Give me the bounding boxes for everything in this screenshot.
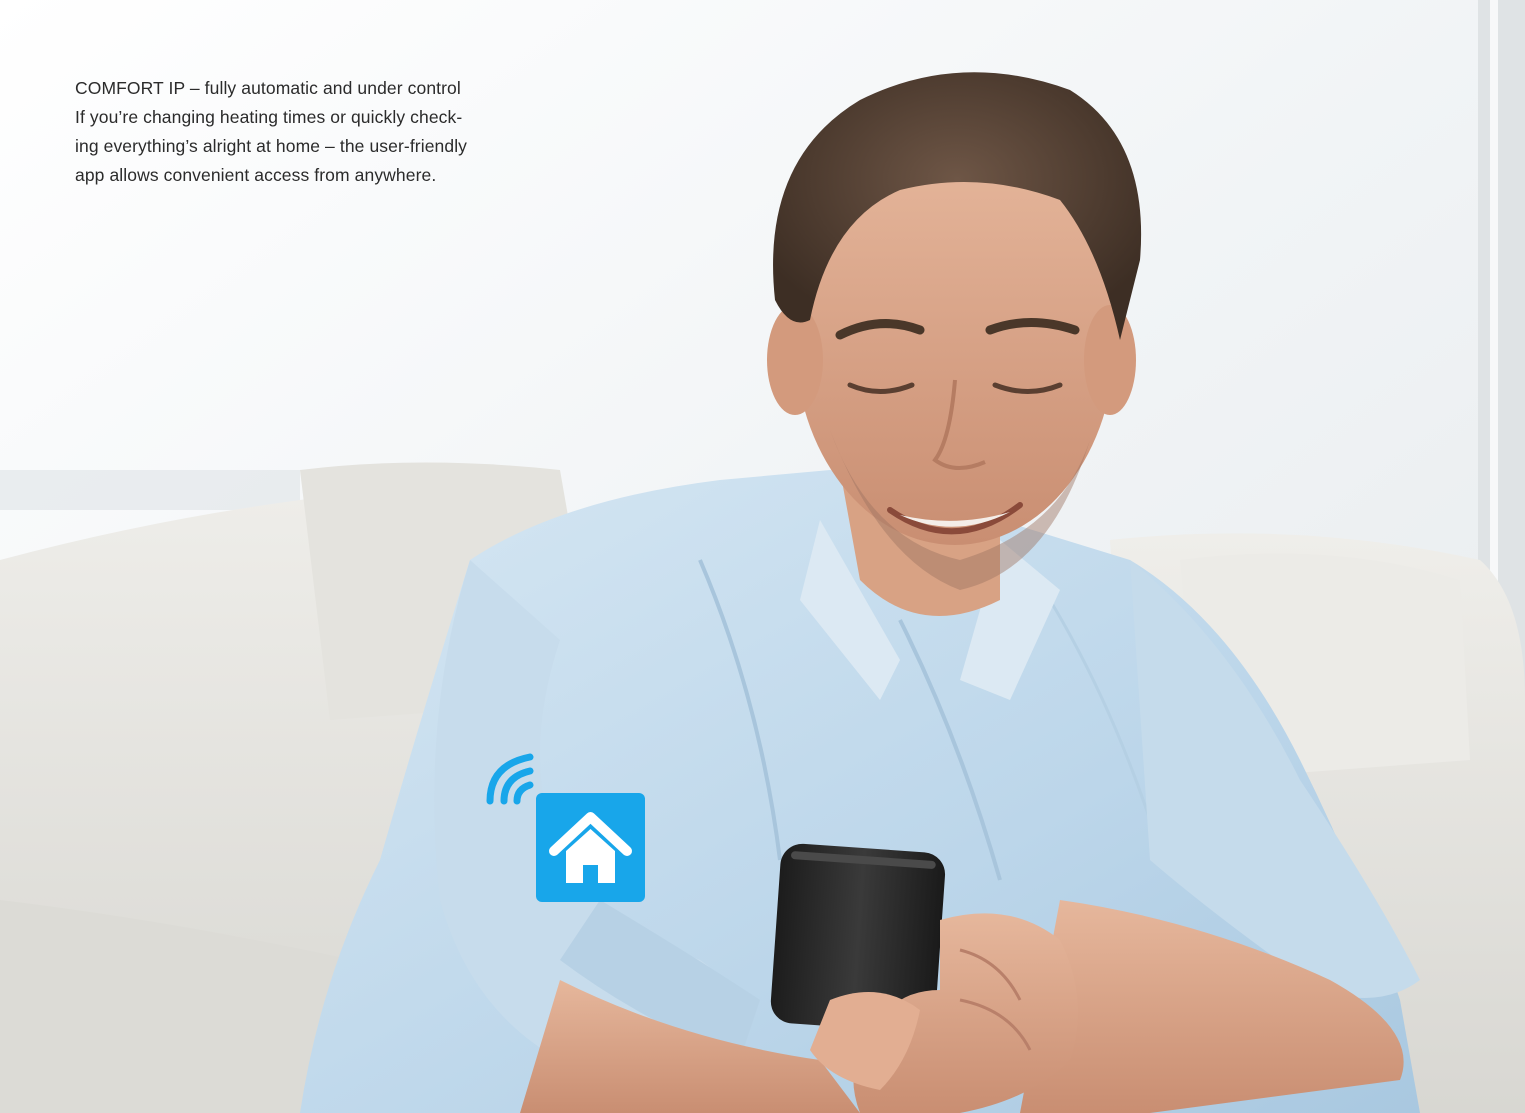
hero-photo: COMFORT IP – fully automatic and under c… — [0, 0, 1525, 1113]
caption-body-line-1: If you’re changing heating times or quic… — [75, 107, 463, 127]
caption-body-line-2: ing everything’s alright at home – the u… — [75, 136, 468, 156]
home-icon — [549, 812, 632, 883]
wifi-signal-icon — [486, 753, 534, 805]
home-app-badge — [536, 793, 645, 902]
caption-body-line-3: app allows convenient access from anywhe… — [75, 165, 437, 185]
caption-text: COMFORT IP – fully automatic and under c… — [75, 74, 555, 190]
caption-title: COMFORT IP – fully automatic and under c… — [75, 78, 461, 98]
